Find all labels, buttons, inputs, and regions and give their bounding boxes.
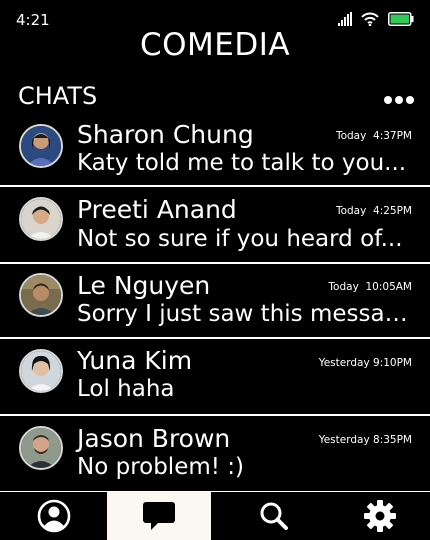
tab-profile[interactable] bbox=[0, 492, 107, 540]
tab-chats[interactable] bbox=[107, 492, 211, 540]
chat-timestamp: Today 10:05AM bbox=[328, 281, 412, 293]
app-title: COMEDIA bbox=[139, 27, 291, 63]
chat-message-preview: Not so sure if you heard of... bbox=[77, 226, 403, 252]
chat-contact-name: Sharon Chung bbox=[77, 120, 254, 149]
cellular-signal-icon bbox=[338, 12, 352, 26]
chat-day: Yesterday bbox=[318, 434, 370, 446]
battery-icon bbox=[388, 12, 414, 26]
chat-day: Today bbox=[335, 130, 367, 142]
chat-timestamp: Yesterday 8:35PM bbox=[319, 434, 412, 446]
more-dot bbox=[395, 96, 403, 104]
chat-message-preview: Katy told me to talk to you... bbox=[77, 150, 407, 176]
chat-timestamp: Today 4:25PM bbox=[336, 205, 412, 217]
chat-contact-name: Preeti Anand bbox=[77, 195, 237, 224]
chat-time: 4:37PM bbox=[373, 130, 412, 142]
chat-time: 9:10PM bbox=[373, 357, 412, 369]
chat-contact-name: Le Nguyen bbox=[77, 271, 211, 300]
avatar bbox=[19, 197, 63, 241]
avatar bbox=[19, 273, 63, 317]
chat-list-item[interactable]: Yuna Kim Yesterday 9:10PM Lol haha bbox=[0, 339, 430, 415]
avatar bbox=[19, 349, 63, 393]
chat-list-item[interactable]: Sharon Chung Today 4:37PM Katy told me t… bbox=[0, 110, 430, 186]
more-dot bbox=[406, 96, 414, 104]
chats-section-header: CHATS bbox=[18, 82, 98, 110]
tab-search[interactable] bbox=[219, 492, 329, 540]
chat-list-item[interactable]: Le Nguyen Today 10:05AM Sorry I just saw… bbox=[0, 264, 430, 338]
wifi-icon bbox=[361, 12, 379, 26]
chat-message-preview: Sorry I just saw this message! bbox=[77, 301, 417, 327]
more-dot bbox=[384, 96, 392, 104]
chat-time: 4:25PM bbox=[373, 205, 412, 217]
search-icon bbox=[260, 502, 288, 530]
avatar bbox=[19, 124, 63, 168]
chat-contact-name: Jason Brown bbox=[77, 424, 231, 453]
tab-settings[interactable] bbox=[329, 492, 430, 540]
chat-bubble-icon bbox=[143, 502, 175, 530]
chat-day: Today bbox=[328, 281, 359, 293]
bottom-tab-bar bbox=[0, 492, 430, 540]
chat-timestamp: Today 4:37PM bbox=[336, 130, 412, 142]
chat-list-item[interactable]: Jason Brown Yesterday 8:35PM No problem!… bbox=[0, 416, 430, 492]
chat-message-preview: No problem! :) bbox=[77, 454, 245, 480]
chat-contact-name: Yuna Kim bbox=[77, 346, 193, 375]
chat-day: Yesterday bbox=[318, 357, 370, 369]
gear-icon bbox=[363, 500, 396, 532]
chat-message-preview: Lol haha bbox=[77, 376, 175, 402]
chat-day: Today bbox=[335, 205, 367, 217]
avatar bbox=[19, 426, 63, 470]
chat-time: 8:35PM bbox=[373, 434, 412, 446]
chat-time: 10:05AM bbox=[365, 281, 412, 293]
more-options-button[interactable] bbox=[384, 92, 414, 108]
chat-list-item[interactable]: Preeti Anand Today 4:25PM Not so sure if… bbox=[0, 187, 430, 262]
status-icons bbox=[338, 12, 414, 26]
chat-timestamp: Yesterday 9:10PM bbox=[319, 357, 412, 369]
profile-icon bbox=[37, 499, 70, 533]
